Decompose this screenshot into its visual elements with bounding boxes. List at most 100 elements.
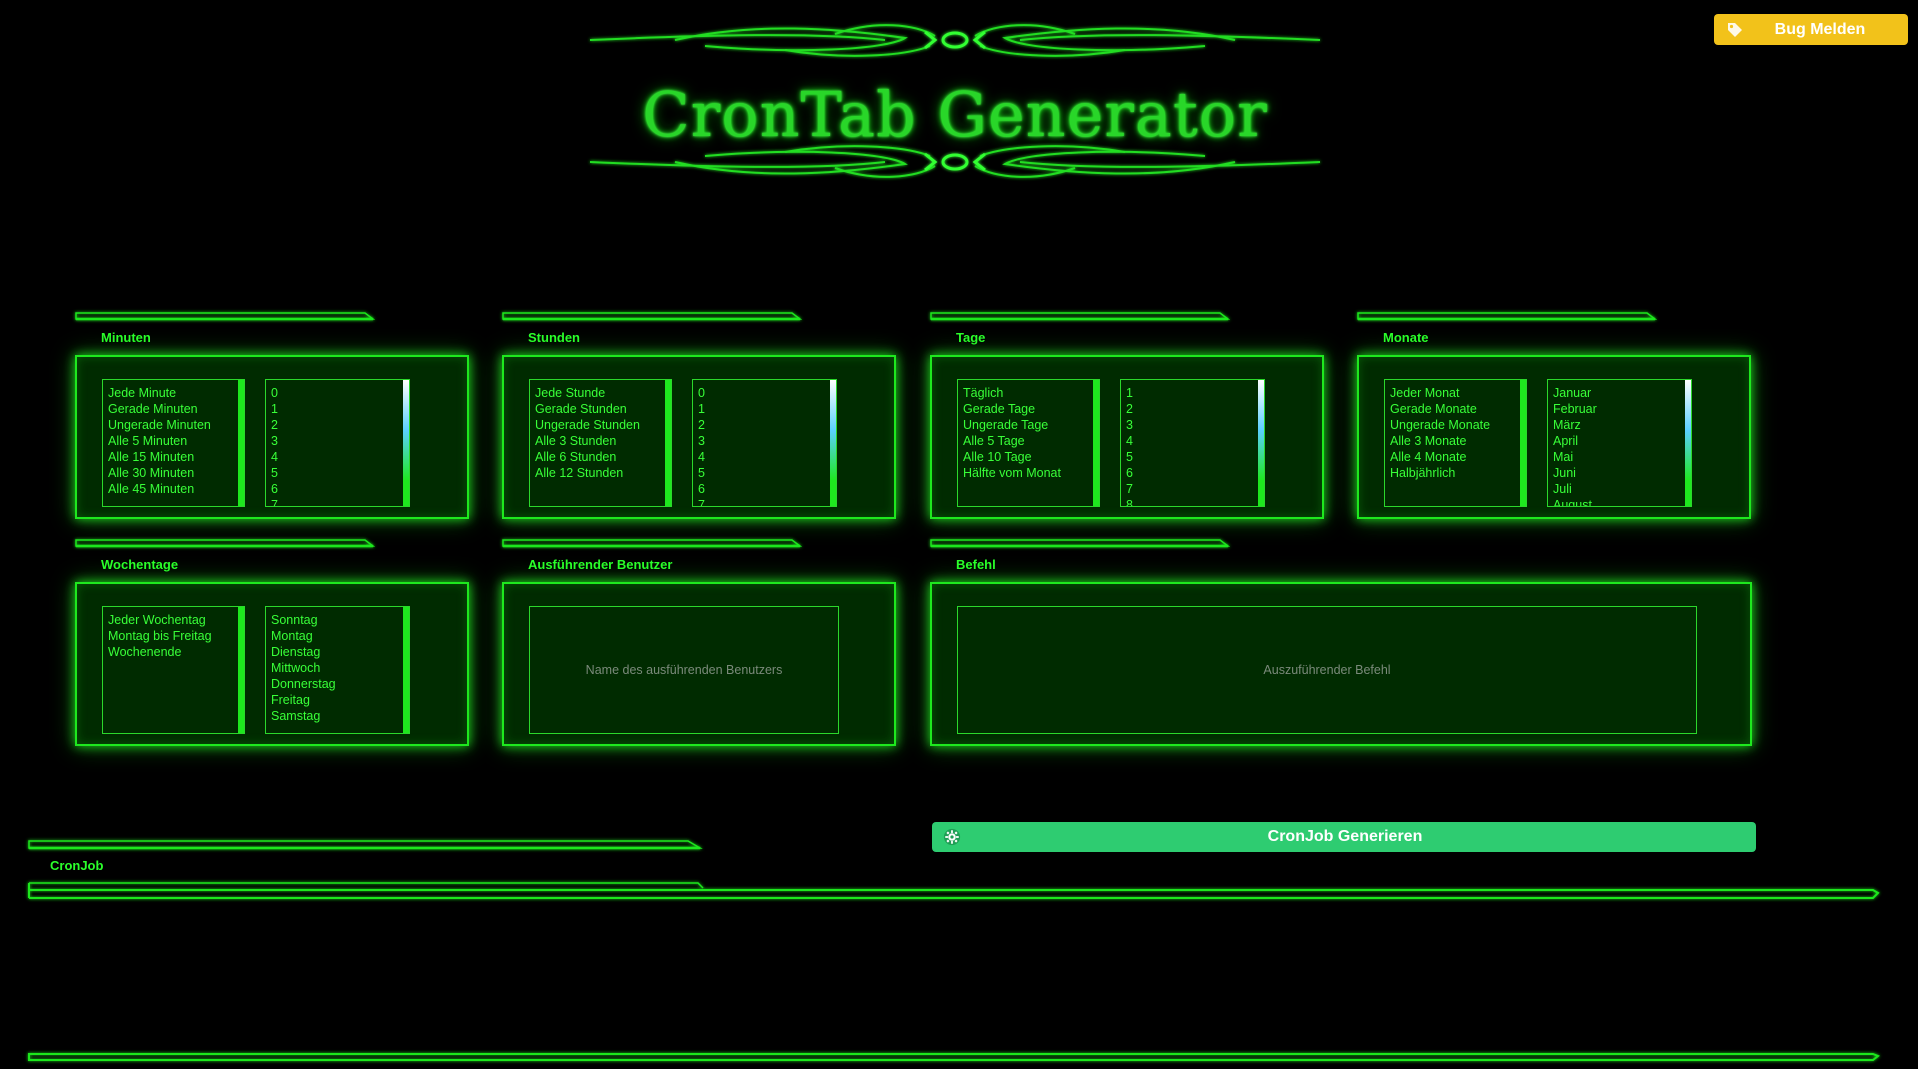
list-item[interactable]: 1 — [698, 401, 836, 417]
list-item[interactable]: Ungerade Minuten — [108, 417, 244, 433]
tag-icon — [1724, 19, 1746, 41]
list-item[interactable]: Alle 5 Minuten — [108, 433, 244, 449]
cronjob-output — [40, 905, 1860, 1045]
list-item[interactable]: 2 — [271, 417, 409, 433]
scrollbar[interactable] — [238, 380, 244, 506]
list-item[interactable]: Halbjährlich — [1390, 465, 1526, 481]
command-input[interactable]: Auszuführender Befehl — [957, 606, 1697, 734]
tage-preset-list[interactable]: Täglich Gerade Tage Ungerade Tage Alle 5… — [957, 379, 1100, 507]
list-item[interactable]: Alle 15 Minuten — [108, 449, 244, 465]
monate-label: Monate — [1383, 330, 1429, 345]
list-item[interactable]: 7 — [1126, 481, 1264, 497]
scrollbar[interactable] — [238, 607, 244, 733]
list-item[interactable]: Juni — [1553, 465, 1691, 481]
list-item[interactable]: 5 — [271, 465, 409, 481]
scrollbar[interactable] — [830, 380, 836, 506]
list-item[interactable]: Mittwoch — [271, 660, 409, 676]
list-item[interactable]: Alle 30 Minuten — [108, 465, 244, 481]
list-item[interactable]: 3 — [271, 433, 409, 449]
list-item[interactable]: Gerade Tage — [963, 401, 1099, 417]
list-item[interactable]: Dienstag — [271, 644, 409, 660]
tage-value-list[interactable]: 1 2 3 4 5 6 7 8 — [1120, 379, 1265, 507]
list-item[interactable]: Wochenende — [108, 644, 244, 660]
list-item[interactable]: Juli — [1553, 481, 1691, 497]
list-item[interactable]: 1 — [1126, 385, 1264, 401]
monate-header-bar — [1357, 312, 1657, 321]
list-item[interactable]: 5 — [698, 465, 836, 481]
stunden-header-bar — [502, 312, 802, 321]
list-item[interactable]: Hälfte vom Monat — [963, 465, 1099, 481]
monate-value-list[interactable]: Januar Februar März April Mai Juni Juli … — [1547, 379, 1692, 507]
minuten-preset-list[interactable]: Jede Minute Gerade Minuten Ungerade Minu… — [102, 379, 245, 507]
list-item[interactable]: Jede Minute — [108, 385, 244, 401]
list-item[interactable]: Gerade Monate — [1390, 401, 1526, 417]
wochentage-preset-list[interactable]: Jeder Wochentag Montag bis Freitag Woche… — [102, 606, 245, 734]
scrollbar[interactable] — [403, 380, 409, 506]
list-item[interactable]: Jeder Wochentag — [108, 612, 244, 628]
scrollbar[interactable] — [665, 380, 671, 506]
bug-report-button[interactable]: Bug Melden — [1714, 14, 1908, 45]
list-item[interactable]: Jeder Monat — [1390, 385, 1526, 401]
list-item[interactable]: 1 — [271, 401, 409, 417]
minuten-value-list[interactable]: 0 1 2 3 4 5 6 7 — [265, 379, 410, 507]
list-item[interactable]: Sonntag — [271, 612, 409, 628]
list-item[interactable]: 5 — [1126, 449, 1264, 465]
list-item[interactable]: 6 — [1126, 465, 1264, 481]
list-item[interactable]: Alle 3 Monate — [1390, 433, 1526, 449]
stunden-preset-list[interactable]: Jede Stunde Gerade Stunden Ungerade Stun… — [529, 379, 672, 507]
list-item[interactable]: Samstag — [271, 708, 409, 724]
list-item[interactable]: Täglich — [963, 385, 1099, 401]
monate-preset-list[interactable]: Jeder Monat Gerade Monate Ungerade Monat… — [1384, 379, 1527, 507]
list-item[interactable]: Ungerade Monate — [1390, 417, 1526, 433]
stunden-value-list[interactable]: 0 1 2 3 4 5 6 7 — [692, 379, 837, 507]
list-item[interactable]: Alle 4 Monate — [1390, 449, 1526, 465]
list-item[interactable]: Ungerade Stunden — [535, 417, 671, 433]
list-item[interactable]: August — [1553, 497, 1691, 506]
list-item[interactable]: 3 — [698, 433, 836, 449]
list-item[interactable]: 0 — [698, 385, 836, 401]
list-item[interactable]: 2 — [698, 417, 836, 433]
bottom-ornament — [589, 145, 1321, 178]
list-item[interactable]: 4 — [698, 449, 836, 465]
generate-cronjob-button[interactable]: CronJob Generieren — [932, 822, 1756, 852]
list-item[interactable]: Februar — [1553, 401, 1691, 417]
list-item[interactable]: Alle 10 Tage — [963, 449, 1099, 465]
list-item[interactable]: März — [1553, 417, 1691, 433]
wochentage-value-list[interactable]: Sonntag Montag Dienstag Mittwoch Donners… — [265, 606, 410, 734]
scrollbar[interactable] — [1093, 380, 1099, 506]
list-item[interactable]: Alle 12 Stunden — [535, 465, 671, 481]
list-item[interactable]: Alle 5 Tage — [963, 433, 1099, 449]
scrollbar[interactable] — [1685, 380, 1691, 506]
list-item[interactable]: 4 — [1126, 433, 1264, 449]
scrollbar[interactable] — [1520, 380, 1526, 506]
list-item[interactable]: 6 — [698, 481, 836, 497]
list-item[interactable]: 2 — [1126, 401, 1264, 417]
list-item[interactable]: Freitag — [271, 692, 409, 708]
list-item[interactable]: Alle 6 Stunden — [535, 449, 671, 465]
list-item[interactable]: Mai — [1553, 449, 1691, 465]
scrollbar[interactable] — [403, 607, 409, 733]
list-item[interactable]: Donnerstag — [271, 676, 409, 692]
list-item[interactable]: Montag — [271, 628, 409, 644]
list-item[interactable]: Ungerade Tage — [963, 417, 1099, 433]
list-item[interactable]: Gerade Minuten — [108, 401, 244, 417]
list-item[interactable]: 8 — [1126, 497, 1264, 506]
list-item[interactable]: Montag bis Freitag — [108, 628, 244, 644]
befehl-label: Befehl — [956, 557, 996, 572]
scrollbar[interactable] — [1258, 380, 1264, 506]
list-item[interactable]: Januar — [1553, 385, 1691, 401]
user-input[interactable]: Name des ausführenden Benutzers — [529, 606, 839, 734]
list-item[interactable]: 7 — [698, 497, 836, 506]
list-item[interactable]: Alle 45 Minuten — [108, 481, 244, 497]
list-item[interactable]: 0 — [271, 385, 409, 401]
title-banner: CronTab Generator — [585, 10, 1325, 220]
list-item[interactable]: Alle 3 Stunden — [535, 433, 671, 449]
list-item[interactable]: 3 — [1126, 417, 1264, 433]
list-item[interactable]: 4 — [271, 449, 409, 465]
stunden-label: Stunden — [528, 330, 580, 345]
list-item[interactable]: April — [1553, 433, 1691, 449]
list-item[interactable]: Jede Stunde — [535, 385, 671, 401]
list-item[interactable]: 6 — [271, 481, 409, 497]
list-item[interactable]: 7 — [271, 497, 409, 506]
list-item[interactable]: Gerade Stunden — [535, 401, 671, 417]
